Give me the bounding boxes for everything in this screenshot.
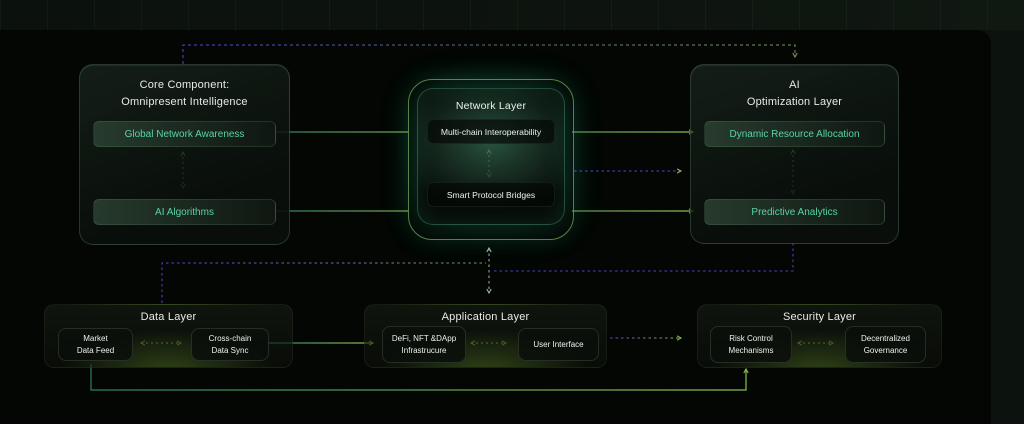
node-global-network-awareness: Global Network Awareness [93,121,276,147]
node-dynamic-resource-allocation: Dynamic Resource Allocation [704,121,885,147]
ai-optimization-box: AI Optimization Layer Dynamic Resource A… [690,64,899,244]
node-decentralized-governance: Decentralized Governance [845,326,926,363]
user-interface-line1: User Interface [533,339,583,350]
network-layer-box: Network Layer Multi-chain Interoperabili… [417,88,565,225]
core-title-line2: Omnipresent Intelligence [80,94,289,111]
governance-line2: Governance [864,345,908,356]
governance-line1: Decentralized [861,333,910,344]
core-component-title: Core Component: Omnipresent Intelligence [80,77,289,110]
risk-control-line1: Risk Control [729,333,773,344]
market-data-feed-line2: Data Feed [77,345,114,356]
risk-control-line2: Mechanisms [729,345,774,356]
defi-line1: DeFi, NFT &DApp [392,333,456,344]
node-crosschain-data-sync: Cross-chain Data Sync [191,328,269,361]
defi-line2: Infrastrucure [402,345,447,356]
node-ai-algorithms: AI Algorithms [93,199,276,225]
ai-optimization-title: AI Optimization Layer [691,77,898,110]
node-smart-protocol-bridges: Smart Protocol Bridges [427,182,555,207]
node-risk-control-mechanisms: Risk Control Mechanisms [710,326,792,363]
application-layer-title: Application Layer [365,311,606,323]
arrow-core-to-ai-top [183,45,795,64]
data-layer-title: Data Layer [45,311,292,323]
crosschain-sync-line2: Data Sync [212,345,249,356]
data-layer-group: Data Layer Market Data Feed Cross-chain … [44,304,293,368]
node-user-interface: User Interface [518,328,599,361]
market-data-feed-line1: Market [83,333,107,344]
core-title-line1: Core Component: [80,77,289,94]
ai-title-line1: AI [691,77,898,94]
ai-title-line2: Optimization Layer [691,94,898,111]
line-data-layer-riser-dashed [162,263,486,303]
network-layer-title: Network Layer [418,100,564,112]
crosschain-sync-line1: Cross-chain [209,333,252,344]
node-predictive-analytics: Predictive Analytics [704,199,885,225]
node-market-data-feed: Market Data Feed [58,328,133,361]
core-component-box: Core Component: Omnipresent Intelligence… [79,64,290,245]
node-defi-nft-dapp-infrastructure: DeFi, NFT &DApp Infrastrucure [382,326,466,363]
node-multichain-interoperability: Multi-chain Interoperability [427,119,555,144]
application-layer-group: Application Layer DeFi, NFT &DApp Infras… [364,304,607,368]
line-ai-drop-dashed [493,243,793,271]
security-layer-title: Security Layer [698,311,941,323]
architecture-diagram: Core Component: Omnipresent Intelligence… [0,0,1024,424]
security-layer-group: Security Layer Risk Control Mechanisms D… [697,304,942,368]
